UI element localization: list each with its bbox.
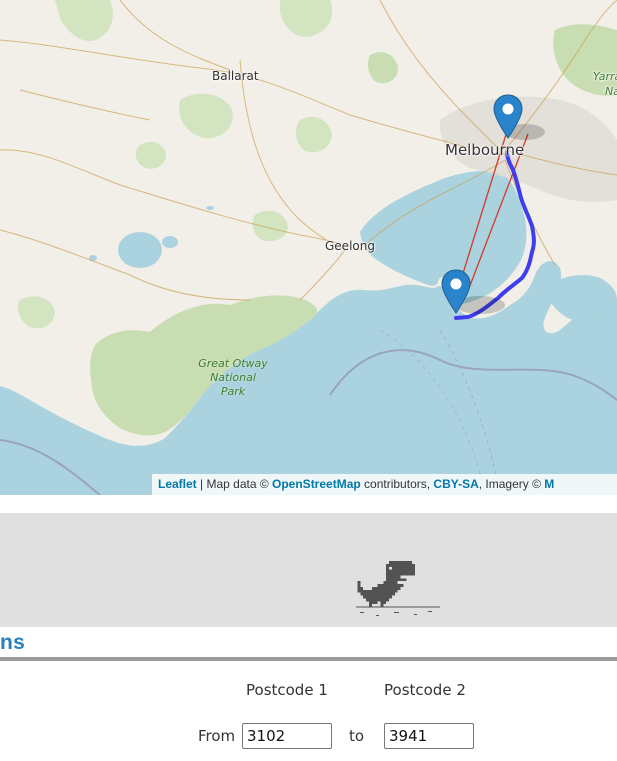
attribution-contributors: contributors,	[360, 477, 434, 491]
offline-frame	[0, 513, 617, 627]
from-postcode-input[interactable]	[242, 723, 332, 749]
place-label-ballarat: Ballarat	[212, 69, 259, 83]
to-postcode-input[interactable]	[384, 723, 474, 749]
place-label-melbourne: Melbourne	[445, 141, 525, 159]
to-label: to	[349, 727, 365, 745]
postcode1-header: Postcode 1	[246, 681, 328, 699]
section-divider	[0, 657, 617, 661]
postcode2-header: Postcode 2	[384, 681, 466, 699]
attribution-separator: | Map data ©	[196, 477, 273, 491]
map-tiles	[0, 0, 617, 495]
dino-icon	[357, 561, 415, 607]
park-label-line-3: Park	[220, 385, 246, 398]
leaflet-link[interactable]: Leaflet	[158, 477, 197, 491]
openstreetmap-link[interactable]: OpenStreetMap	[272, 477, 361, 491]
place-label-yarra: Yarra	[593, 70, 617, 83]
park-label: Great Otway National Park	[193, 357, 273, 399]
park-label-line-2: National	[210, 371, 256, 384]
place-label-yarra-partial: Na	[605, 85, 617, 98]
section-title: ns	[0, 631, 26, 654]
map-attribution: Leaflet | Map data © OpenStreetMap contr…	[152, 474, 617, 495]
imagery-link[interactable]: M	[544, 477, 554, 491]
ground-line-icon	[356, 606, 440, 616]
origin-marker-icon[interactable]	[441, 269, 471, 315]
place-label-geelong: Geelong	[325, 239, 375, 253]
park-label-line-1: Great Otway	[198, 357, 268, 370]
map-view[interactable]: Ballarat Melbourne Geelong Yarra Na Grea…	[0, 0, 617, 495]
destination-marker-icon[interactable]	[493, 94, 523, 140]
attribution-imagery: , Imagery ©	[478, 477, 545, 491]
license-link[interactable]: CBY-SA	[433, 477, 478, 491]
from-label: From	[198, 727, 236, 745]
spacer	[0, 495, 617, 513]
